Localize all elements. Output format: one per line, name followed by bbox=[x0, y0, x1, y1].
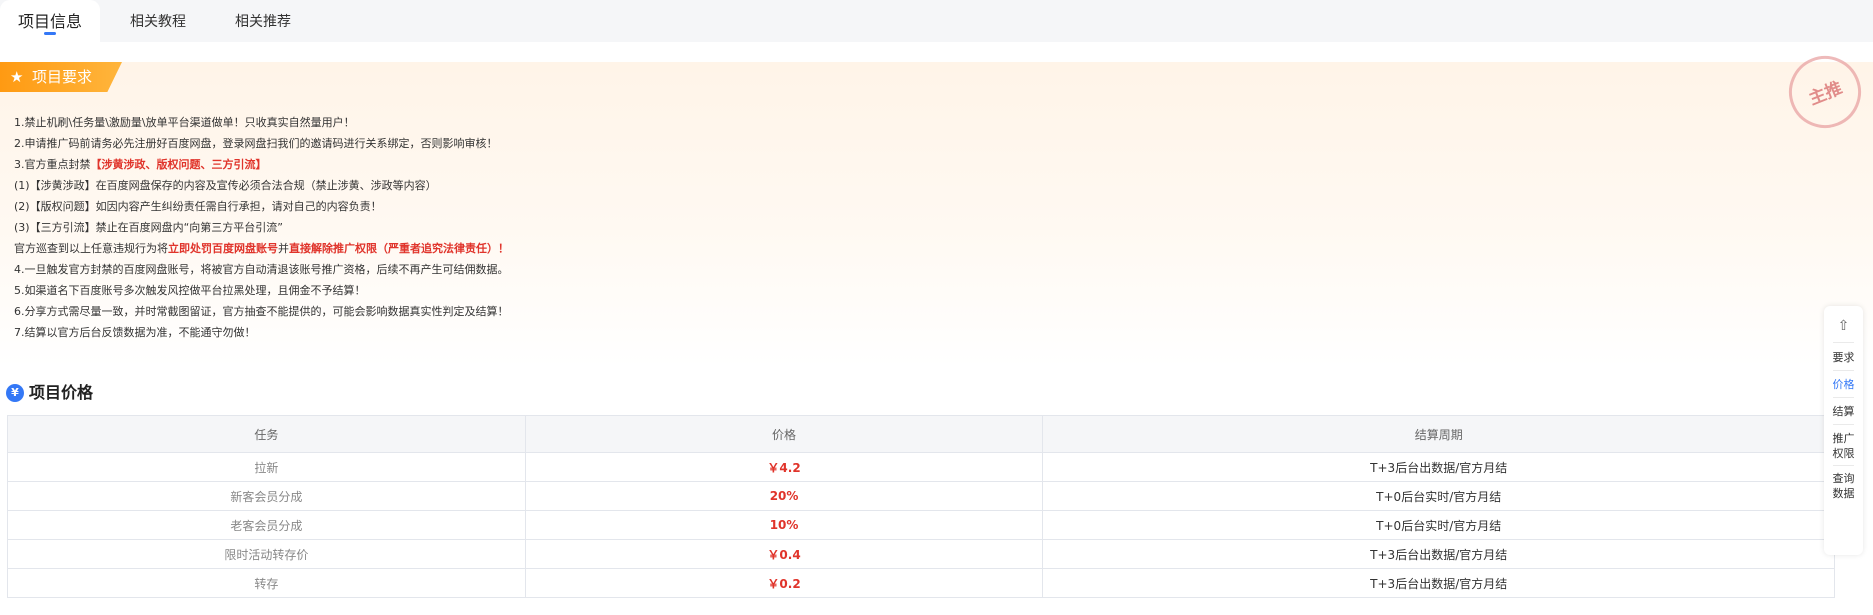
table-row: 新客会员分成 20% T+0后台实时/官方月结 bbox=[7, 481, 1835, 511]
requirement-text: 5.如渠道名下百度账号多次触发风控做平台拉黑处理，且佣金不予结算！ bbox=[14, 284, 366, 297]
header-cycle: 结算周期 bbox=[1042, 415, 1835, 453]
table-header-row: 任务 价格 结算周期 bbox=[7, 415, 1835, 453]
price-cell: ￥4.2 bbox=[524, 452, 1044, 482]
cycle-cell: T+3后台出数据/官方月结 bbox=[1042, 539, 1835, 569]
requirement-line: 2.申请推广码前请务必先注册好百度网盘，登录网盘扫我们的邀请码进行关系绑定，否则… bbox=[14, 133, 509, 154]
task-cell: 拉新 bbox=[7, 452, 526, 482]
requirement-text: 3.官方重点封禁 bbox=[14, 158, 91, 171]
requirement-line: 3.官方重点封禁【涉黄涉政、版权问题、三方引流】 bbox=[14, 154, 509, 175]
side-anchor-nav: ⇧ 要求 价格 结算 推广 权限 查询 数据 bbox=[1824, 306, 1863, 555]
cycle-cell: T+3后台出数据/官方月结 bbox=[1042, 452, 1835, 482]
requirements-badge: ★ 项目要求 bbox=[0, 62, 122, 92]
price-cell: ￥0.2 bbox=[524, 568, 1044, 598]
requirement-line: 6.分享方式需尽量一致，并时常截图留证，官方抽查不能提供的，可能会影响数据真实性… bbox=[14, 301, 509, 322]
requirement-text: (1)【涉黄涉政】在百度网盘保存的内容及宣传必须合法合规（禁止涉黄、涉政等内容） bbox=[14, 179, 437, 192]
divider bbox=[1833, 465, 1854, 466]
requirement-text: 7.结算以官方后台反馈数据为准，不能通守勿做！ bbox=[14, 326, 256, 339]
requirement-text: 官方巡查到以上任意违规行为将 bbox=[14, 242, 168, 255]
requirement-text: 2.申请推广码前请务必先注册好百度网盘，登录网盘扫我们的邀请码进行关系绑定，否则… bbox=[14, 137, 498, 150]
requirement-line: (3)【三方引流】禁止在百度网盘内“向第三方平台引流” bbox=[14, 217, 509, 238]
price-cell: ￥0.4 bbox=[524, 539, 1044, 569]
tab-bar: 项目信息 相关教程 相关推荐 bbox=[0, 0, 1873, 42]
requirements-list: 1.禁止机刷\任务量\激励量\放单平台渠道做单！只收真实自然量用户！ 2.申请推广… bbox=[14, 112, 509, 343]
header-price: 价格 bbox=[524, 415, 1044, 453]
stamp-label: 主推 bbox=[1806, 78, 1846, 110]
sidenav-item-price[interactable]: 价格 bbox=[1824, 377, 1863, 392]
requirement-line: 5.如渠道名下百度账号多次触发风控做平台拉黑处理，且佣金不予结算！ bbox=[14, 280, 509, 301]
divider bbox=[1833, 424, 1854, 425]
table-row: 拉新 ￥4.2 T+3后台出数据/官方月结 bbox=[7, 452, 1835, 482]
back-to-top-icon[interactable]: ⇧ bbox=[1824, 314, 1863, 338]
price-cell: 10% bbox=[524, 510, 1044, 540]
header-task: 任务 bbox=[7, 415, 526, 453]
divider bbox=[1833, 370, 1854, 371]
requirement-line: 官方巡查到以上任意违规行为将立即处罚百度网盘账号并直接解除推广权限（严重者追究法… bbox=[14, 238, 509, 259]
table-row: 转存 ￥0.2 T+3后台出数据/官方月结 bbox=[7, 568, 1835, 598]
requirement-text: 6.分享方式需尽量一致，并时常截图留证，官方抽查不能提供的，可能会影响数据真实性… bbox=[14, 305, 509, 318]
cycle-cell: T+0后台实时/官方月结 bbox=[1042, 510, 1835, 540]
divider bbox=[1833, 342, 1854, 343]
requirement-line: (1)【涉黄涉政】在百度网盘保存的内容及宣传必须合法合规（禁止涉黄、涉政等内容） bbox=[14, 175, 509, 196]
table-row: 限时活动转存价 ￥0.4 T+3后台出数据/官方月结 bbox=[7, 539, 1835, 569]
sidenav-item-promo-permission[interactable]: 推广 权限 bbox=[1824, 431, 1863, 461]
table-row: 老客会员分成 10% T+0后台实时/官方月结 bbox=[7, 510, 1835, 540]
requirement-text: (2)【版权问题】如因内容产生纠纷责任需自行承担，请对自己的内容负责！ bbox=[14, 200, 382, 213]
price-table: 任务 价格 结算周期 拉新 ￥4.2 T+3后台出数据/官方月结 新客会员分成 20% T… bbox=[7, 415, 1835, 598]
sidenav-item-settlement[interactable]: 结算 bbox=[1824, 404, 1863, 419]
price-section-title: ¥ 项目价格 bbox=[6, 382, 93, 404]
requirement-text: 4.一旦触发官方封禁的百度网盘账号，将被官方自动清退该账号推广资格，后续不再产生… bbox=[14, 263, 509, 276]
requirement-highlight: 【涉黄涉政、版权问题、三方引流】 bbox=[90, 158, 267, 171]
yen-icon: ¥ bbox=[6, 384, 24, 402]
requirement-line: 7.结算以官方后台反馈数据为准，不能通守勿做！ bbox=[14, 322, 509, 343]
requirement-highlight: 直接解除推广权限（严重者追究法律责任）！ bbox=[289, 242, 509, 255]
star-icon: ★ bbox=[10, 68, 24, 86]
requirement-text: (3)【三方引流】禁止在百度网盘内“向第三方平台引流” bbox=[14, 221, 283, 234]
requirement-line: 1.禁止机刷\任务量\激励量\放单平台渠道做单！只收真实自然量用户！ bbox=[14, 112, 509, 133]
requirement-line: (2)【版权问题】如因内容产生纠纷责任需自行承担，请对自己的内容负责！ bbox=[14, 196, 509, 217]
cycle-cell: T+0后台实时/官方月结 bbox=[1042, 481, 1835, 511]
task-cell: 限时活动转存价 bbox=[7, 539, 526, 569]
price-cell: 20% bbox=[524, 481, 1044, 511]
sidenav-item-requirements[interactable]: 要求 bbox=[1824, 350, 1863, 365]
tab-tutorials[interactable]: 相关教程 bbox=[130, 0, 186, 42]
task-cell: 老客会员分成 bbox=[7, 510, 526, 540]
task-cell: 转存 bbox=[7, 568, 526, 598]
requirement-text: 并 bbox=[278, 242, 289, 255]
requirement-line: 4.一旦触发官方封禁的百度网盘账号，将被官方自动清退该账号推广资格，后续不再产生… bbox=[14, 259, 509, 280]
requirement-highlight: 立即处罚百度网盘账号 bbox=[168, 242, 278, 255]
requirements-title: 项目要求 bbox=[32, 68, 93, 86]
price-title-text: 项目价格 bbox=[29, 383, 94, 402]
requirement-text: 1.禁止机刷\任务量\激励量\放单平台渠道做单！只收真实自然量用户！ bbox=[14, 116, 355, 129]
requirements-section: ★ 项目要求 主推 1.禁止机刷\任务量\激励量\放单平台渠道做单！只收真实自然… bbox=[0, 45, 1873, 367]
tab-recommendations[interactable]: 相关推荐 bbox=[235, 0, 291, 42]
cycle-cell: T+3后台出数据/官方月结 bbox=[1042, 568, 1835, 598]
tab-project-info[interactable]: 项目信息 bbox=[0, 0, 100, 42]
featured-stamp: 主推 bbox=[1778, 45, 1872, 139]
divider bbox=[1833, 397, 1854, 398]
sidenav-item-query-data[interactable]: 查询 数据 bbox=[1824, 471, 1863, 501]
task-cell: 新客会员分成 bbox=[7, 481, 526, 511]
